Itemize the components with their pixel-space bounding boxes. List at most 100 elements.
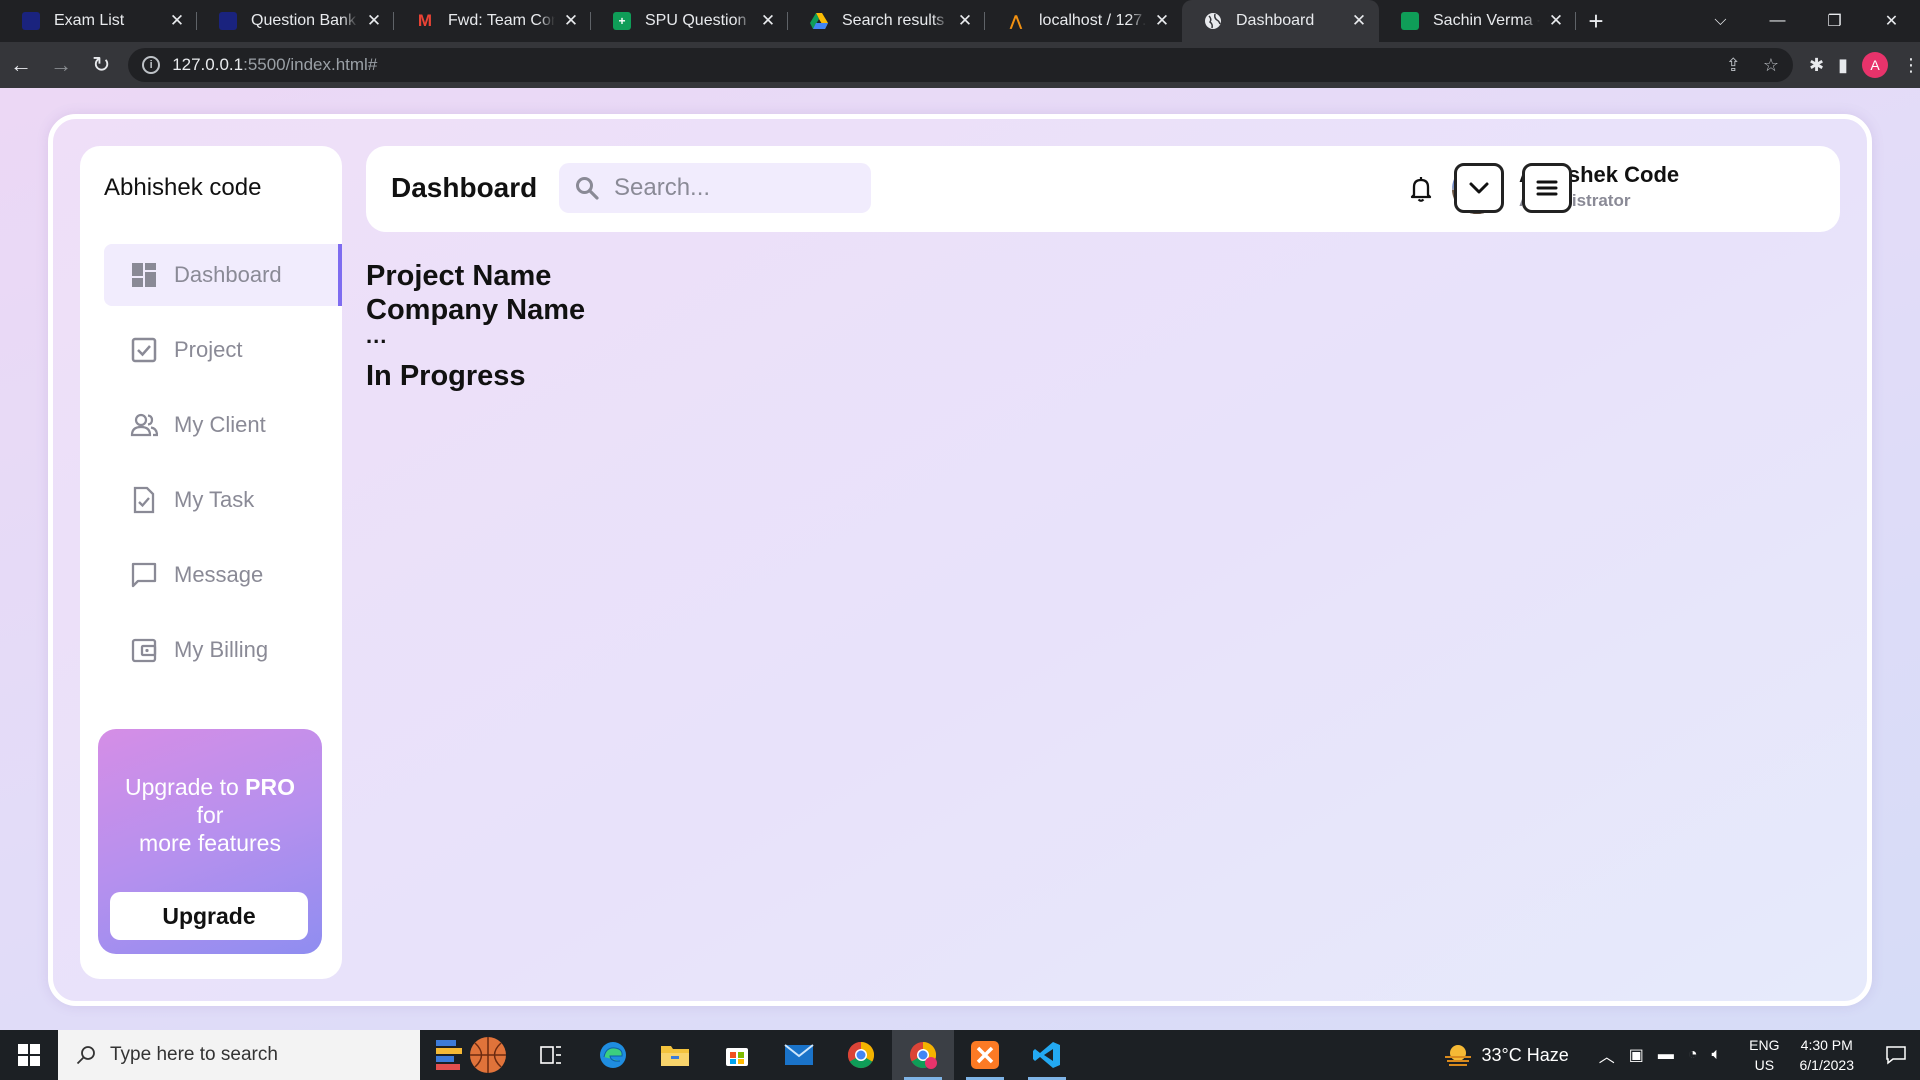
upgrade-pro-label: PRO — [245, 774, 296, 800]
battery-icon[interactable]: ▬ — [1658, 1046, 1674, 1064]
main-content: Project Name Company Name ... In Progres… — [366, 259, 585, 393]
brand-name: Abhishek code — [104, 174, 262, 201]
browser-tab[interactable]: M Fwd: Team Congr ✕ — [394, 0, 591, 42]
browser-tab-active[interactable]: Dashboard ✕ — [1182, 0, 1379, 42]
upgrade-line2: for — [196, 802, 224, 828]
app-container: Abhishek code Dashboard Project My Clien… — [48, 114, 1872, 1006]
hamburger-menu-button[interactable] — [1522, 163, 1572, 213]
tab-close-icon[interactable]: ✕ — [1349, 11, 1369, 31]
address-bar[interactable]: i 127.0.0.1:5500/index.html# ⇪ ☆ — [128, 48, 1793, 82]
upgrade-button[interactable]: Upgrade — [110, 892, 308, 940]
page-title: Dashboard — [391, 172, 538, 203]
language-indicator[interactable]: ENG US — [1749, 1035, 1779, 1075]
sidebar-item-message[interactable]: Message — [104, 544, 342, 606]
checkbox-icon — [130, 336, 158, 364]
tab-close-icon[interactable]: ✕ — [364, 11, 384, 31]
tab-close-icon[interactable]: ✕ — [955, 11, 975, 31]
browser-tab[interactable]: Sachin Verma - C ✕ — [1379, 0, 1576, 42]
tab-close-icon[interactable]: ✕ — [758, 11, 778, 31]
sidebar-item-label: My Client — [174, 412, 266, 437]
news-widget-icon[interactable] — [420, 1030, 520, 1080]
language-code: ENG — [1749, 1037, 1780, 1053]
weather-widget[interactable]: 33°C Haze — [1443, 1043, 1569, 1067]
new-tab-icon[interactable]: + — [1576, 0, 1616, 42]
search-box[interactable] — [559, 163, 871, 213]
more-options-icon[interactable]: ... — [366, 325, 585, 347]
sidebar-item-my-task[interactable]: My Task — [104, 469, 342, 531]
search-input[interactable] — [614, 174, 854, 202]
sidebar-item-label: My Task — [174, 487, 255, 512]
tab-close-icon[interactable]: ✕ — [1546, 11, 1566, 31]
tab-title: Sachin Verma - C — [1433, 12, 1540, 29]
search-icon — [576, 177, 599, 200]
minimize-icon[interactable]: — — [1749, 12, 1806, 30]
chrome-icon[interactable] — [830, 1030, 892, 1080]
microsoft-store-icon[interactable] — [706, 1030, 768, 1080]
tab-close-icon[interactable]: ✕ — [561, 11, 581, 31]
site-info-icon[interactable]: i — [142, 56, 161, 74]
vscode-icon[interactable] — [1016, 1030, 1078, 1080]
sidebar-item-label: My Billing — [174, 637, 269, 662]
browser-tab[interactable]: + SPU Question Bar ✕ — [591, 0, 788, 42]
browser-tab[interactable]: ⋀ localhost / 127.0.( ✕ — [985, 0, 1182, 42]
system-clock[interactable]: 4:30 PM 6/1/2023 — [1800, 1035, 1855, 1075]
company-name: Company Name — [366, 294, 586, 326]
gmail-favicon-icon: M — [417, 11, 433, 30]
file-explorer-icon[interactable] — [644, 1030, 706, 1080]
system-tray: 33°C Haze ︿ ▣ ▬ ◔ 🔈︎ ENG US 4:30 PM 6/1/… — [1443, 1030, 1920, 1080]
tab-close-icon[interactable]: ✕ — [1152, 11, 1172, 31]
people-icon — [130, 411, 158, 439]
tab-favicon-icon — [219, 12, 237, 30]
browser-tab[interactable]: Exam List ✕ — [0, 0, 197, 42]
sidebar-item-my-billing[interactable]: My Billing — [104, 619, 342, 681]
edge-browser-icon[interactable] — [582, 1030, 644, 1080]
sidebar-item-my-client[interactable]: My Client — [104, 394, 342, 456]
clock-date: 6/1/2023 — [1799, 1057, 1855, 1073]
share-icon[interactable]: ⇪ — [1726, 55, 1741, 76]
chrome-profile-icon[interactable] — [892, 1030, 954, 1080]
dashboard-icon — [130, 261, 158, 289]
sidebar-item-dashboard[interactable]: Dashboard — [104, 244, 342, 306]
show-hidden-icons-chevron-icon[interactable]: ︿ — [1599, 1043, 1615, 1067]
restore-icon[interactable]: ❐ — [1806, 11, 1863, 31]
tab-title: Question Bank — [251, 12, 356, 29]
project-name: Project Name — [366, 260, 552, 292]
notification-bell-icon[interactable] — [1406, 174, 1436, 204]
weather-text: 33°C Haze — [1481, 1044, 1569, 1065]
bookmark-star-icon[interactable]: ☆ — [1763, 55, 1779, 76]
windows-start-icon[interactable] — [0, 1030, 58, 1080]
extensions-puzzle-icon[interactable]: ✱ — [1809, 55, 1824, 76]
tab-title: Dashboard — [1236, 12, 1315, 29]
page-viewport: Abhishek code Dashboard Project My Clien… — [0, 88, 1920, 1030]
taskbar-search-placeholder: Type here to search — [110, 1044, 278, 1065]
tab-favicon-icon — [22, 12, 40, 30]
back-arrow-icon[interactable]: ← — [2, 45, 40, 85]
close-window-icon[interactable]: ✕ — [1863, 11, 1920, 31]
browser-tab[interactable]: Question Bank ✕ — [197, 0, 394, 42]
taskbar-apps — [420, 1030, 1078, 1080]
meet-now-icon[interactable]: ▣ — [1629, 1045, 1644, 1065]
xampp-icon[interactable] — [954, 1030, 1016, 1080]
wifi-icon[interactable]: ◔ — [1688, 1046, 1698, 1064]
profile-avatar[interactable]: A — [1861, 52, 1888, 78]
browser-tab[interactable]: Search results - G ✕ — [788, 0, 985, 42]
header-bar: Dashboard Abhishek Code Administrator — [366, 146, 1840, 232]
notification-center-icon[interactable] — [1872, 1045, 1920, 1065]
window-controls: ⌵ — ❐ ✕ — [1692, 0, 1920, 42]
mail-icon[interactable] — [768, 1030, 830, 1080]
tab-close-icon[interactable]: ✕ — [167, 11, 187, 31]
sidebar-item-project[interactable]: Project — [104, 319, 342, 381]
sidebar-item-label: Project — [174, 337, 243, 362]
profile-dropdown-button[interactable] — [1454, 163, 1504, 213]
taskbar-search-box[interactable]: Type here to search — [58, 1030, 420, 1080]
reload-icon[interactable]: ↻ — [82, 45, 120, 85]
browser-menu-icon[interactable]: ⋮ — [1902, 55, 1920, 76]
chat-favicon-icon — [1401, 12, 1419, 30]
tab-search-chevron-icon[interactable]: ⌵ — [1692, 12, 1749, 30]
forward-arrow-icon[interactable]: → — [42, 45, 80, 85]
side-panel-icon[interactable]: ▮ — [1838, 55, 1848, 76]
keyboard-region: US — [1754, 1057, 1775, 1073]
task-view-icon[interactable] — [520, 1030, 582, 1080]
volume-icon[interactable]: 🔈︎ — [1712, 1046, 1722, 1064]
upgrade-promo-text: Upgrade to PRO for more features — [98, 773, 322, 857]
